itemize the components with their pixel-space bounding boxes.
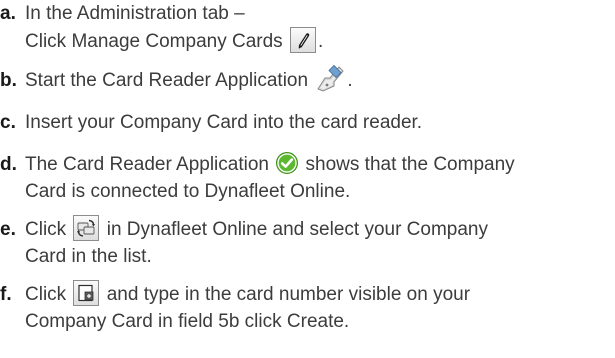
step-f-line-2: Company Card in field 5b click Create.	[0, 308, 612, 335]
step-e-line-1: e. Click in Dynafleet Online and select y…	[0, 215, 612, 243]
step-d-text: The Card Reader Application	[25, 154, 275, 175]
step-d-text-3: Card is connected to Dynafleet Online.	[25, 181, 351, 202]
step-c-text: Insert your Company Card into the card r…	[25, 112, 423, 133]
step-a-text-3: .	[317, 31, 324, 52]
step-letter: f.	[0, 284, 12, 305]
step-e-line-2: Card in the list.	[0, 243, 612, 270]
step-b-text: Start the Card Reader Application	[25, 70, 314, 91]
step-b-line-1: b. Start the Card Reader Application .	[0, 64, 612, 94]
step-f-text-2: and type in the card number visible on y…	[101, 284, 471, 305]
step-d-line-2: Card is connected to Dynafleet Online.	[0, 178, 612, 205]
step-letter: b.	[0, 70, 17, 91]
step-a-line-1: a. In the Administration tab –	[0, 0, 612, 27]
new-card-icon[interactable]	[73, 280, 100, 306]
instruction-steps: a. In the Administration tab – Click Mana…	[0, 0, 615, 358]
step-letter: d.	[0, 154, 17, 175]
step-d: d. The Card Reader Application shows that…	[0, 151, 612, 205]
step-a-text: In the Administration tab –	[25, 3, 245, 24]
step-b-text-2: .	[347, 70, 353, 91]
step-f-text: Click	[25, 284, 72, 305]
step-letter: a.	[0, 3, 16, 24]
step-a-line-2: Click Manage Company Cards .	[0, 27, 612, 55]
step-e: e. Click in Dynafleet Online and select y…	[0, 215, 612, 270]
step-letter: c.	[0, 112, 16, 133]
step-e-text-3: Card in the list.	[25, 246, 152, 267]
step-e-text-2: in Dynafleet Online and select your Comp…	[101, 219, 488, 240]
step-f-line-1: f. Click and type in the card number visi…	[0, 280, 612, 308]
step-d-text-2: shows that the Company	[300, 154, 515, 175]
pencil-icon[interactable]	[289, 27, 316, 53]
step-f-text-3: Company Card in field 5b click Create.	[25, 311, 350, 332]
step-a-text-2: Click Manage Company Cards	[25, 31, 288, 52]
step-c: c. Insert your Company Card into the card…	[0, 109, 612, 136]
step-b: b. Start the Card Reader Application .	[0, 64, 612, 94]
card-reader-icon[interactable]	[315, 64, 345, 94]
step-letter: e.	[0, 219, 16, 240]
checkmark-icon	[275, 151, 299, 175]
step-c-line-1: c. Insert your Company Card into the card…	[0, 109, 612, 136]
step-f: f. Click and type in the card number visi…	[0, 280, 612, 335]
step-e-text: Click	[25, 219, 72, 240]
step-a: a. In the Administration tab – Click Mana…	[0, 0, 612, 55]
step-d-line-1: d. The Card Reader Application shows that…	[0, 151, 612, 178]
refresh-icon[interactable]	[73, 215, 100, 241]
